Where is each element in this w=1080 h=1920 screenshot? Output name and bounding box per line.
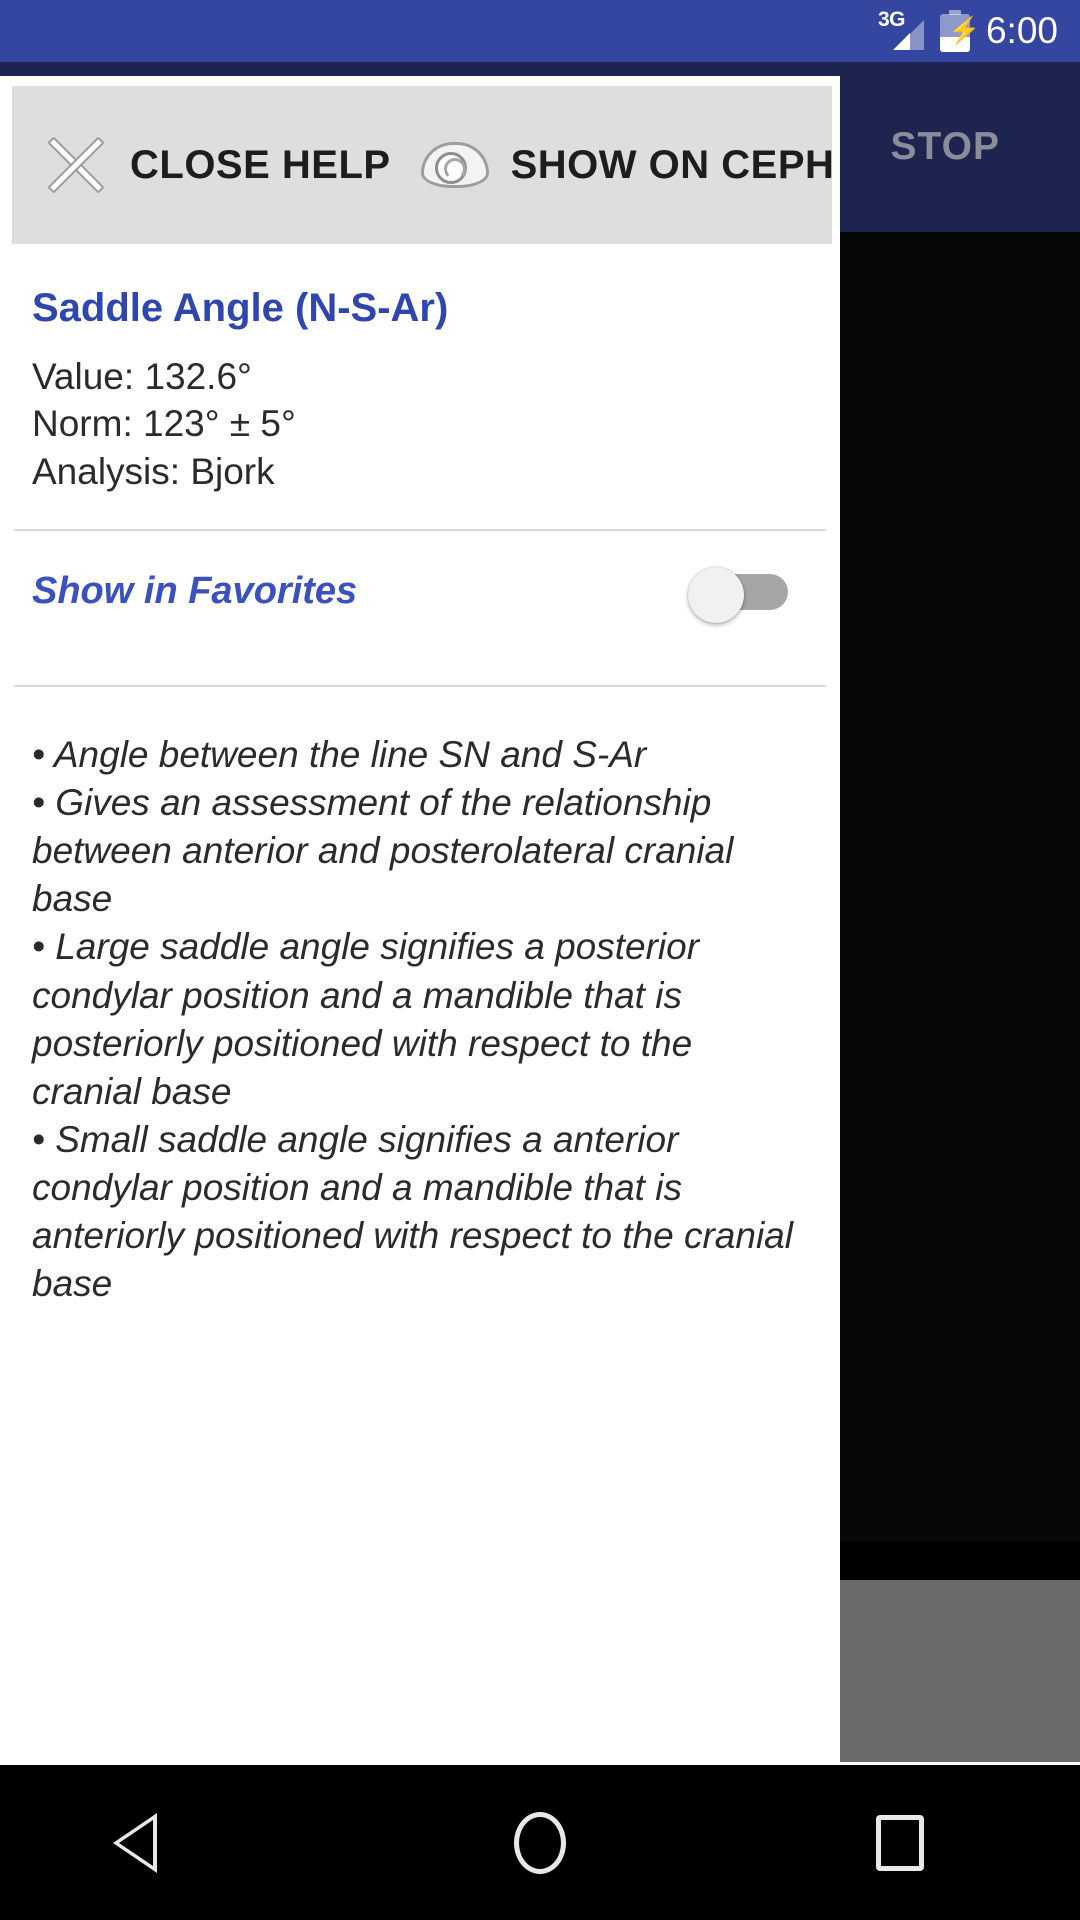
status-bar: 3G ⚡ 6:00: [0, 0, 1080, 62]
android-nav-bar: [0, 1765, 1080, 1920]
nav-home-button[interactable]: [480, 1788, 600, 1898]
help-toolbar: CLOSE HELP SHOW ON CEPH: [12, 86, 835, 244]
metric-norm: Norm: 123° ± 5°: [32, 403, 296, 445]
nav-recents-button[interactable]: [840, 1788, 960, 1898]
back-triangle-icon: [113, 1811, 203, 1875]
recents-square-icon: [876, 1814, 924, 1871]
status-icons: 3G ⚡ 6:00: [878, 8, 1058, 52]
nav-back-button[interactable]: [113, 1788, 240, 1898]
description-bullet: • Small saddle angle signifies a anterio…: [32, 1118, 793, 1305]
close-x-icon: [42, 134, 105, 196]
metric-description: • Angle between the line SN and S-Ar • Gi…: [0, 687, 840, 1308]
favorites-label: Show in Favorites: [32, 569, 358, 612]
phone-screen: 3G ⚡ 6:00 STOP CLOSE HELP SHOW ON CEPH S…: [0, 0, 1080, 1920]
favorites-row[interactable]: Show in Favorites: [0, 531, 840, 651]
description-bullet: • Angle between the line SN and S-Ar: [32, 734, 647, 776]
status-clock: 6:00: [985, 10, 1058, 51]
home-circle-icon: [514, 1811, 566, 1874]
description-bullet: • Large saddle angle signifies a posteri…: [32, 926, 700, 1112]
description-bullet: • Gives an assessment of the relationshi…: [32, 782, 734, 920]
toggle-thumb: [688, 567, 744, 624]
show-on-ceph-label: SHOW ON CEPH: [510, 142, 835, 187]
metric-info-block: Saddle Angle (N-S-Ar) Value: 132.6° Norm…: [0, 244, 840, 495]
signal-triangle-icon: 3G: [878, 8, 924, 52]
eye-icon: [420, 142, 489, 188]
show-on-ceph-button[interactable]: SHOW ON CEPH: [420, 142, 835, 188]
battery-charging-icon: ⚡: [939, 10, 980, 52]
metric-title: Saddle Angle (N-S-Ar): [32, 286, 449, 330]
favorites-toggle-switch[interactable]: [688, 567, 788, 624]
close-help-label: CLOSE HELP: [130, 142, 391, 187]
stop-button[interactable]: STOP: [891, 125, 1000, 169]
help-panel: CLOSE HELP SHOW ON CEPH Saddle Angle (N-…: [0, 76, 840, 1766]
close-help-button[interactable]: CLOSE HELP: [42, 134, 391, 196]
metric-analysis: Analysis: Bjork: [32, 450, 275, 492]
signal-bars-fill: [892, 33, 910, 50]
metric-value: Value: 132.6°: [32, 356, 252, 397]
charging-bolt-icon: ⚡: [947, 15, 981, 45]
